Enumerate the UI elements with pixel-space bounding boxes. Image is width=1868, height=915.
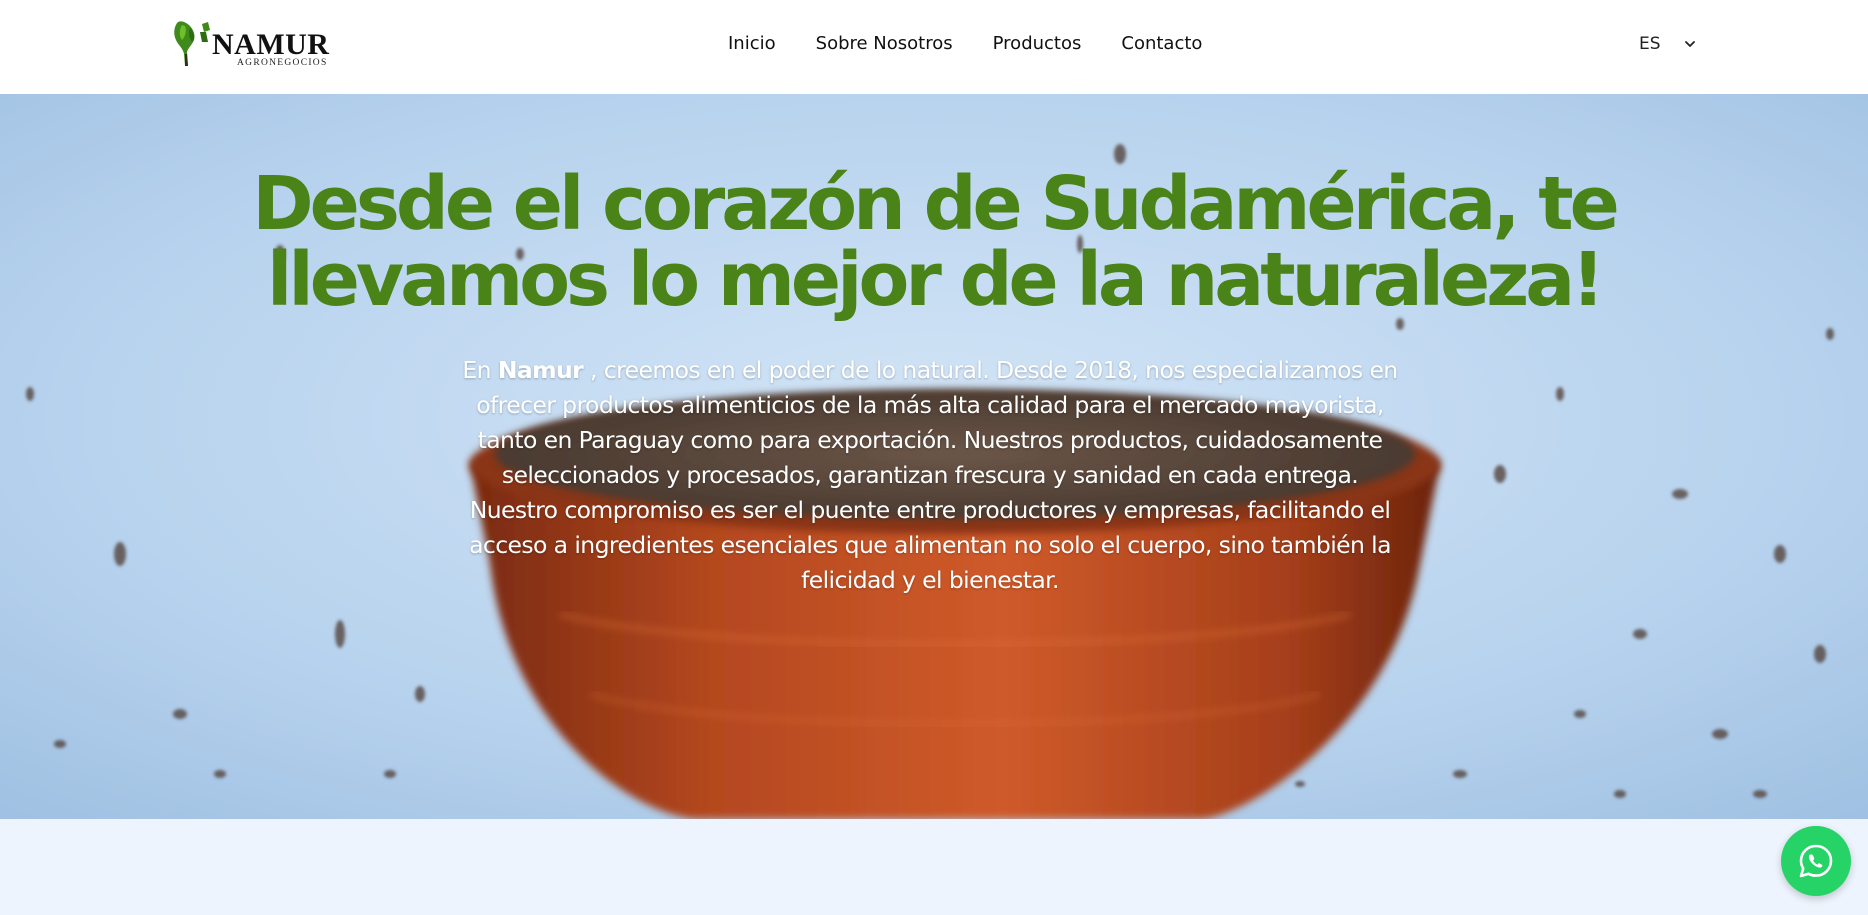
hero-section: Desde el corazón de Sudamérica, te lleva… (0, 94, 1868, 819)
nav-item-productos[interactable]: Productos (993, 33, 1082, 54)
hero-brand-name: Namur (497, 356, 584, 384)
nav-item-sobre-nosotros[interactable]: Sobre Nosotros (816, 33, 953, 54)
hero-text-body: , creemos en el poder de lo natural. Des… (469, 356, 1398, 594)
language-selector[interactable]: ES (1639, 34, 1697, 54)
nav-item-inicio[interactable]: Inicio (728, 33, 776, 54)
hero-title: Desde el corazón de Sudamérica, te lleva… (252, 161, 1620, 323)
whatsapp-icon (1799, 844, 1833, 878)
tree-logo-icon (174, 21, 210, 66)
next-section (0, 819, 1868, 915)
whatsapp-button[interactable] (1781, 826, 1851, 896)
site-header: NAMUR AGRONEGOCIOS Inicio Sobre Nosotros… (0, 0, 1868, 94)
language-label: ES (1639, 34, 1661, 54)
main-nav: Inicio Sobre Nosotros Productos Contacto (728, 33, 1202, 54)
hero-description: En Namur , creemos en el poder de lo nat… (458, 353, 1402, 598)
brand-wordmark: NAMUR (212, 28, 330, 61)
brand-tagline: AGRONEGOCIOS (237, 58, 328, 68)
nav-item-contacto[interactable]: Contacto (1121, 33, 1202, 54)
chevron-down-icon (1684, 41, 1695, 47)
hero-text-prefix: En (462, 356, 498, 384)
brand-logo[interactable]: NAMUR AGRONEGOCIOS (172, 18, 332, 70)
